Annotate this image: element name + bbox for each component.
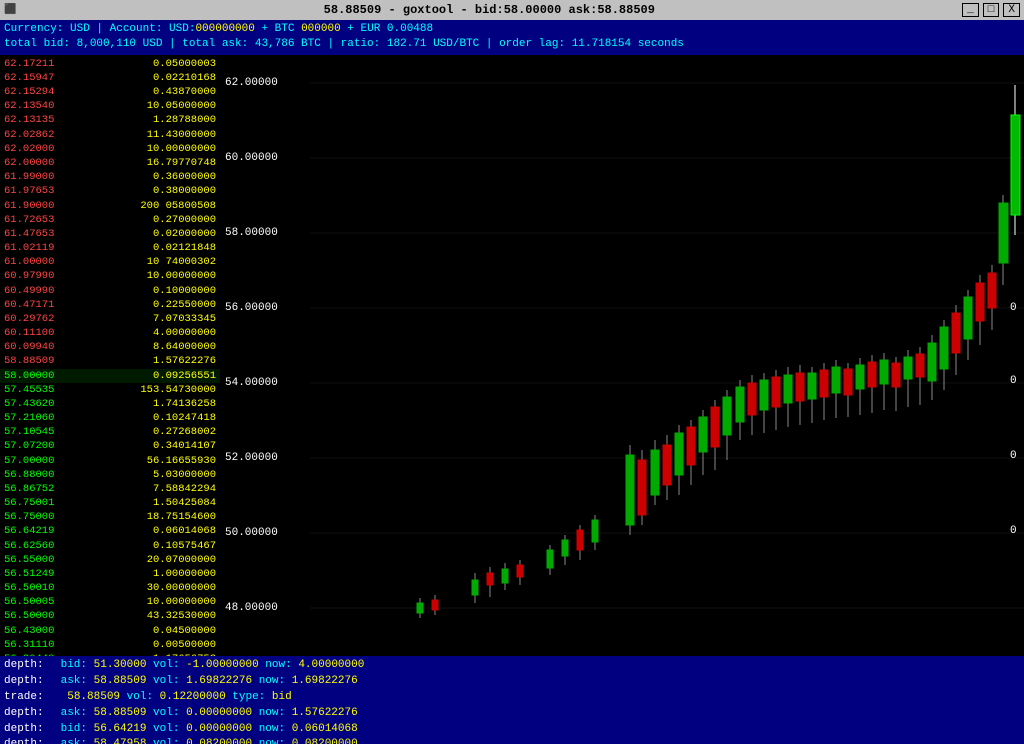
ob-ask-row: 58.885091.57622276 bbox=[0, 354, 220, 368]
ob-ask-row: 62.172110.05000003 bbox=[0, 57, 220, 71]
main-area: 62.172110.05000003 62.159470.02210168 62… bbox=[0, 55, 1024, 656]
trade-row-1: trade: 58.88509 vol: 0.12200000 type: bi… bbox=[4, 690, 1020, 706]
ob-bid-row: 56.304481.17656752 bbox=[0, 652, 220, 656]
depth-row-4: depth: bid: 56.64219 vol: 0.00000000 now… bbox=[4, 722, 1020, 738]
ob-ask-row: 62.159470.02210168 bbox=[0, 71, 220, 85]
title-bar: ⬛ 58.88509 - goxtool - bid:58.00000 ask:… bbox=[0, 0, 1024, 20]
ob-bid-row: 56.750011.50425084 bbox=[0, 496, 220, 510]
ob-bid-row: 56.430000.04500000 bbox=[0, 624, 220, 638]
title-icon: ⬛ bbox=[4, 4, 16, 16]
chart-area: 62.00000 60.00000 58.00000 56.00000 54.0… bbox=[220, 55, 1024, 656]
svg-text:52.00000: 52.00000 bbox=[225, 452, 278, 464]
header-bar: Currency: USD | Account: USD:000000000 +… bbox=[0, 20, 1024, 55]
svg-text:54.00000: 54.00000 bbox=[225, 377, 278, 389]
ob-bid-row: 57.45535153.54730000 bbox=[0, 383, 220, 397]
svg-text:50.00000: 50.00000 bbox=[225, 527, 278, 539]
ob-ask-row: 61.990000.36000000 bbox=[0, 170, 220, 184]
ob-bid-row: 57.0000056.16655930 bbox=[0, 454, 220, 468]
ob-ask-row: 61.0000010 74000302 bbox=[0, 255, 220, 269]
ob-ask-row: 60.9799010.00000000 bbox=[0, 269, 220, 283]
ob-bid-row: 57.436201.74136258 bbox=[0, 397, 220, 411]
depth-row-3: depth: ask: 58.88509 vol: 0.00000000 now… bbox=[4, 706, 1020, 722]
ob-ask-row: 60.099408.64000000 bbox=[0, 340, 220, 354]
header-line1: Currency: USD | Account: USD:000000000 +… bbox=[4, 22, 1020, 37]
svg-text:0: 0 bbox=[1010, 450, 1017, 462]
ob-bid-row: 56.642190.06014068 bbox=[0, 524, 220, 538]
ob-ask-row: 61.476530.02000000 bbox=[0, 227, 220, 241]
ob-ask-row: 62.0286211.43000000 bbox=[0, 128, 220, 142]
svg-text:60.00000: 60.00000 bbox=[225, 152, 278, 164]
ob-bid-row: 56.5000510.00000000 bbox=[0, 595, 220, 609]
ob-ask-row: 60.499900.10000000 bbox=[0, 284, 220, 298]
depth-row-1: depth: bid: 51.30000 vol: -1.00000000 no… bbox=[4, 658, 1020, 674]
ob-ask-row: 62.1354010.05000000 bbox=[0, 99, 220, 113]
ob-bid-row: 57.072000.34014107 bbox=[0, 439, 220, 453]
ob-ask-row: 62.0200010.00000000 bbox=[0, 142, 220, 156]
header-line2: total bid: 8,000,110 USD | total ask: 43… bbox=[4, 37, 1020, 52]
ob-bid-row: 56.867527.58842294 bbox=[0, 482, 220, 496]
ob-bid-row: 56.5001030.00000000 bbox=[0, 581, 220, 595]
ob-ask-row: 61.976530.38000000 bbox=[0, 184, 220, 198]
ob-ask-row: 61.90000200 05800508 bbox=[0, 199, 220, 213]
window-title: 58.88509 - goxtool - bid:58.00000 ask:58… bbox=[16, 3, 962, 17]
ob-ask-row: 61.021190.02121848 bbox=[0, 241, 220, 255]
ob-bid-row: 56.5500020.07000000 bbox=[0, 553, 220, 567]
ob-bid-row: 57.105450.27268002 bbox=[0, 425, 220, 439]
ob-bid-row: 56.7500018.75154600 bbox=[0, 510, 220, 524]
svg-text:0: 0 bbox=[1010, 525, 1017, 537]
ob-bid-row: 56.880005.03000000 bbox=[0, 468, 220, 482]
svg-text:0: 0 bbox=[1010, 302, 1017, 314]
ob-bid-row: 56.311100.00500000 bbox=[0, 638, 220, 652]
ob-bid-row: 56.512491.00000000 bbox=[0, 567, 220, 581]
ob-bid-row: 56.5000043.32530000 bbox=[0, 609, 220, 623]
svg-text:58.00000: 58.00000 bbox=[225, 227, 278, 239]
ob-ask-row: 62.152940.43870000 bbox=[0, 85, 220, 99]
ob-ask-row: 61.726530.27000000 bbox=[0, 213, 220, 227]
ob-ask-row: 60.111004.00000000 bbox=[0, 326, 220, 340]
close-button[interactable]: X bbox=[1003, 3, 1020, 17]
ob-ask-row: 62.131351.28788000 bbox=[0, 113, 220, 127]
depth-panel: depth: bid: 51.30000 vol: -1.00000000 no… bbox=[0, 656, 1024, 744]
minimize-button[interactable]: _ bbox=[962, 3, 979, 17]
svg-text:0: 0 bbox=[1010, 375, 1017, 387]
depth-row-2: depth: ask: 58.88509 vol: 1.69822276 now… bbox=[4, 674, 1020, 690]
ob-mid-row: 58.00000 0.09256551 bbox=[0, 369, 220, 383]
orderbook: 62.172110.05000003 62.159470.02210168 62… bbox=[0, 55, 220, 656]
window-controls[interactable]: _ □ X bbox=[962, 3, 1020, 17]
svg-text:56.00000: 56.00000 bbox=[225, 302, 278, 314]
svg-text:62.00000: 62.00000 bbox=[225, 77, 278, 89]
maximize-button[interactable]: □ bbox=[983, 3, 1000, 17]
svg-text:48.00000: 48.00000 bbox=[225, 602, 278, 614]
ob-ask-row: 60.297627.07033345 bbox=[0, 312, 220, 326]
ob-bid-row: 57.210600.10247418 bbox=[0, 411, 220, 425]
ob-ask-row: 62.0000016.79770748 bbox=[0, 156, 220, 170]
ob-ask-row: 60.471710.22550000 bbox=[0, 298, 220, 312]
price-chart: 62.00000 60.00000 58.00000 56.00000 54.0… bbox=[220, 55, 1024, 656]
ob-bid-row: 56.625600.10575467 bbox=[0, 539, 220, 553]
